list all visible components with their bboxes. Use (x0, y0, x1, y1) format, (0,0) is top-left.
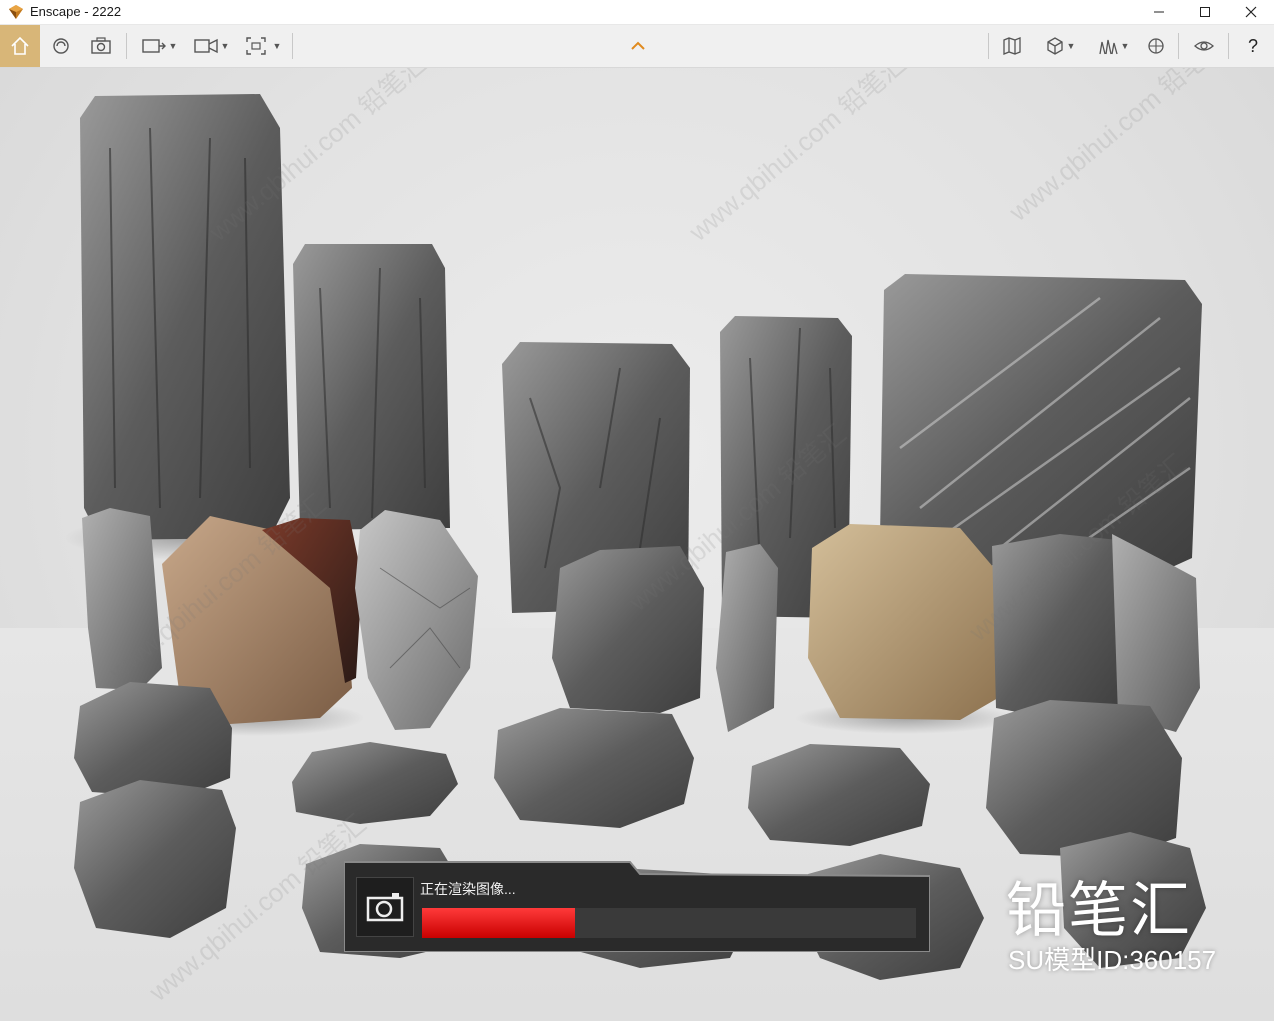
video-editor-button[interactable]: ▼ (188, 25, 234, 67)
toolbar-separator (1228, 33, 1229, 59)
home-icon (11, 36, 29, 55)
window-title: Enscape - 2222 (30, 4, 122, 19)
angular-slate-rock (992, 534, 1200, 732)
help-button[interactable]: ? (1236, 25, 1270, 67)
flat-rock-stepping-1 (292, 742, 458, 824)
rugged-grey-rock (552, 546, 704, 713)
rotate-view-icon (53, 38, 69, 54)
chevron-down-icon: ▼ (220, 41, 230, 51)
people-button[interactable]: ▼ (1090, 25, 1136, 67)
vr-icon (1194, 41, 1214, 51)
toolbar-separator (1178, 33, 1179, 59)
map-icon (1003, 37, 1021, 55)
batch-render-icon (245, 37, 266, 55)
minimize-button[interactable] (1136, 0, 1182, 24)
enscape-logo-icon (9, 5, 23, 19)
map-button[interactable] (996, 25, 1028, 67)
camera-icon (366, 893, 404, 922)
home-button[interactable] (0, 25, 40, 67)
collapse-toolbar-button[interactable] (624, 25, 652, 67)
view-management-icon (141, 39, 166, 53)
chevron-down-icon: ▼ (168, 41, 178, 51)
close-button[interactable] (1228, 0, 1274, 24)
tall-grey-rock (82, 508, 162, 690)
screenshot-button[interactable] (84, 25, 118, 67)
maximize-button[interactable] (1182, 0, 1228, 24)
asset-library-icon (1046, 37, 1063, 55)
flat-rock-stepping-3 (748, 744, 930, 846)
crystal-rock (355, 510, 478, 730)
chevron-down-icon: ▼ (272, 41, 282, 51)
screenshot-icon (91, 37, 111, 54)
thin-flat-rock (716, 544, 778, 732)
rotate-view-button[interactable] (44, 25, 78, 67)
boulder-front-right (986, 700, 1182, 858)
toolbar-separator (292, 33, 293, 59)
enscape-toolbar: ▼ ▼ ▼ ▼ ▼ ? (0, 25, 1274, 68)
pillar-stone-2 (293, 244, 450, 530)
render-camera-box (356, 877, 414, 937)
tan-sandstone-rock (795, 524, 1015, 734)
visual-settings-button[interactable] (1140, 25, 1172, 67)
visual-settings-icon (1148, 38, 1164, 54)
asset-library-button[interactable]: ▼ (1034, 25, 1086, 67)
square-slab-stone (880, 274, 1202, 568)
batch-render-button[interactable]: ▼ (240, 25, 286, 67)
collapse-chevron-icon (631, 41, 645, 50)
flat-rock-front-left-2 (74, 780, 236, 938)
brand-watermark: 铅笔汇 (1006, 877, 1192, 944)
people-icon (1098, 39, 1118, 55)
progress-panel-frame (344, 861, 930, 952)
model-id-label: SU模型ID:360157 (1008, 945, 1217, 975)
video-editor-icon (193, 38, 218, 54)
minimize-icon (1154, 11, 1164, 13)
title-bar: Enscape - 2222 (0, 0, 1274, 25)
chevron-down-icon: ▼ (1120, 41, 1130, 51)
maximize-icon (1200, 7, 1210, 17)
render-status-text: 正在渲染图像... (420, 881, 516, 897)
flat-rock-stepping-2 (494, 708, 694, 828)
chevron-down-icon: ▼ (1066, 41, 1076, 51)
view-management-button[interactable]: ▼ (136, 25, 182, 67)
render-progress-fill (422, 908, 576, 938)
toolbar-separator (988, 33, 989, 59)
vr-button[interactable] (1186, 25, 1222, 67)
render-progress-bar (422, 908, 916, 938)
render-progress-panel: 正在渲染图像... (344, 860, 930, 952)
close-icon (1245, 6, 1257, 18)
pillar-stone-1 (65, 94, 305, 560)
toolbar-separator (126, 33, 127, 59)
flat-rock-front-left-1 (74, 682, 232, 798)
